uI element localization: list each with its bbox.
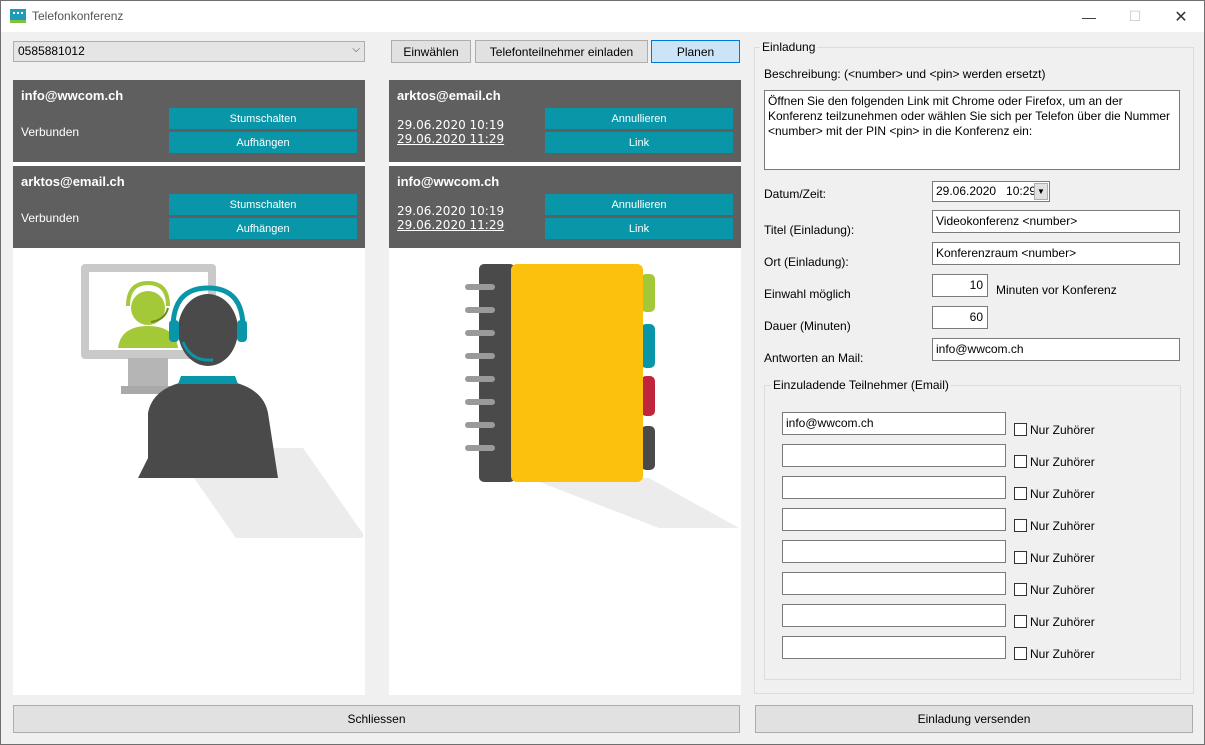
headset-person-icon <box>81 264 363 538</box>
listen-only-label: Nur Zuhörer <box>1030 423 1095 437</box>
invitation-group-label: Einladung <box>760 40 818 54</box>
scheduled-email: info@wwcom.ch <box>397 174 500 189</box>
location-label: Ort (Einladung): <box>764 255 849 269</box>
cancel-meeting-button[interactable]: Annullieren <box>545 194 733 215</box>
invite-phone-participant-button[interactable]: Telefonteilnehmer einladen <box>475 40 648 63</box>
scheduled-start: 29.06.2020 10:19 <box>397 204 505 218</box>
participant-email-input[interactable] <box>782 636 1006 659</box>
phone-number-value: 0585881012 <box>18 44 85 58</box>
duration-label: Dauer (Minuten) <box>764 319 851 333</box>
address-book-icon <box>465 264 739 528</box>
participant-email-input[interactable] <box>782 604 1006 627</box>
minimize-button[interactable]: — <box>1066 1 1112 32</box>
participant-email-input[interactable] <box>782 476 1006 499</box>
listen-only-checkbox[interactable] <box>1014 647 1027 660</box>
listen-only-checkbox[interactable] <box>1014 423 1027 436</box>
reply-label: Antworten an Mail: <box>764 351 864 365</box>
participant-status: Verbunden <box>21 125 80 139</box>
listen-only-label: Nur Zuhörer <box>1030 615 1095 629</box>
datetime-label: Datum/Zeit: <box>764 187 827 201</box>
title-bar: Telefonkonferenz — ☐ ✕ <box>1 1 1204 32</box>
phone-number-select[interactable]: 0585881012 ⌵ <box>13 41 365 62</box>
scheduled-end: 29.06.2020 11:29 <box>397 132 505 146</box>
calendar-dropdown-icon[interactable]: ▼ <box>1034 183 1048 200</box>
participant-email-input[interactable] <box>782 508 1006 531</box>
listen-only-label: Nur Zuhörer <box>1030 519 1095 533</box>
listen-only-checkbox[interactable] <box>1014 455 1027 468</box>
datetime-value: 29.06.2020 10:29 <box>936 184 1037 198</box>
description-label: Beschreibung: (<number> und <pin> werden… <box>764 67 1046 81</box>
duration-input[interactable]: 60 <box>932 306 988 329</box>
meeting-link-button[interactable]: Link <box>545 218 733 239</box>
scheduled-card: arktos@email.ch 29.06.2020 10:19 29.06.2… <box>389 80 741 162</box>
participants-group-label: Einzuladende Teilnehmer (Email) <box>771 378 951 392</box>
maximize-button[interactable]: ☐ <box>1112 1 1158 32</box>
location-input[interactable]: Konferenzraum <number> <box>932 242 1180 265</box>
description-textarea[interactable]: Öffnen Sie den folgenden Link mit Chrome… <box>764 90 1180 170</box>
participant-status: Verbunden <box>21 211 80 225</box>
participant-email: arktos@email.ch <box>21 174 125 189</box>
participants-panel: info@wwcom.ch Verbunden Stumschalten Auf… <box>13 80 365 695</box>
chevron-down-icon: ⌵ <box>352 44 360 55</box>
participant-email: info@wwcom.ch <box>21 88 124 103</box>
listen-only-checkbox[interactable] <box>1014 583 1027 596</box>
scheduled-panel: arktos@email.ch 29.06.2020 10:19 29.06.2… <box>389 80 741 695</box>
listen-only-checkbox[interactable] <box>1014 551 1027 564</box>
title-label: Titel (Einladung): <box>764 223 855 237</box>
meeting-link-button[interactable]: Link <box>545 132 733 153</box>
dial-in-button[interactable]: Einwählen <box>391 40 471 63</box>
scheduled-start: 29.06.2020 10:19 <box>397 118 505 132</box>
participant-email-input[interactable] <box>782 444 1006 467</box>
listen-only-label: Nur Zuhörer <box>1030 647 1095 661</box>
scheduled-email: arktos@email.ch <box>397 88 501 103</box>
dialin-minutes-input[interactable]: 10 <box>932 274 988 297</box>
plan-button[interactable]: Planen <box>651 40 740 63</box>
listen-only-label: Nur Zuhörer <box>1030 455 1095 469</box>
participant-card: info@wwcom.ch Verbunden Stumschalten Auf… <box>13 80 365 162</box>
listen-only-label: Nur Zuhörer <box>1030 487 1095 501</box>
app-window: Telefonkonferenz — ☐ ✕ 0585881012 ⌵ Einw… <box>0 0 1205 745</box>
dialin-suffix-label: Minuten vor Konferenz <box>996 283 1117 297</box>
listen-only-label: Nur Zuhörer <box>1030 583 1095 597</box>
window-icon <box>10 9 26 23</box>
title-input[interactable]: Videokonferenz <number> <box>932 210 1180 233</box>
participant-email-input[interactable]: info@wwcom.ch <box>782 412 1006 435</box>
hangup-button[interactable]: Aufhängen <box>169 218 357 239</box>
datetime-picker[interactable]: 29.06.2020 10:29 ▼ <box>932 181 1050 202</box>
scheduled-end: 29.06.2020 11:29 <box>397 218 505 232</box>
scheduled-card: info@wwcom.ch 29.06.2020 10:19 29.06.202… <box>389 166 741 248</box>
close-window-button[interactable]: ✕ <box>1158 1 1204 32</box>
listen-only-checkbox[interactable] <box>1014 487 1027 500</box>
close-button[interactable]: Schliessen <box>13 705 740 733</box>
window-title: Telefonkonferenz <box>32 9 124 23</box>
send-invitation-button[interactable]: Einladung versenden <box>755 705 1193 733</box>
reply-email-input[interactable]: info@wwcom.ch <box>932 338 1180 361</box>
listen-only-checkbox[interactable] <box>1014 519 1027 532</box>
participant-email-input[interactable] <box>782 540 1006 563</box>
mute-button[interactable]: Stumschalten <box>169 194 357 215</box>
listen-only-label: Nur Zuhörer <box>1030 551 1095 565</box>
hangup-button[interactable]: Aufhängen <box>169 132 357 153</box>
cancel-meeting-button[interactable]: Annullieren <box>545 108 733 129</box>
listen-only-checkbox[interactable] <box>1014 615 1027 628</box>
participant-email-input[interactable] <box>782 572 1006 595</box>
participant-card: arktos@email.ch Verbunden Stumschalten A… <box>13 166 365 248</box>
dialin-label: Einwahl möglich <box>764 287 851 301</box>
mute-button[interactable]: Stumschalten <box>169 108 357 129</box>
